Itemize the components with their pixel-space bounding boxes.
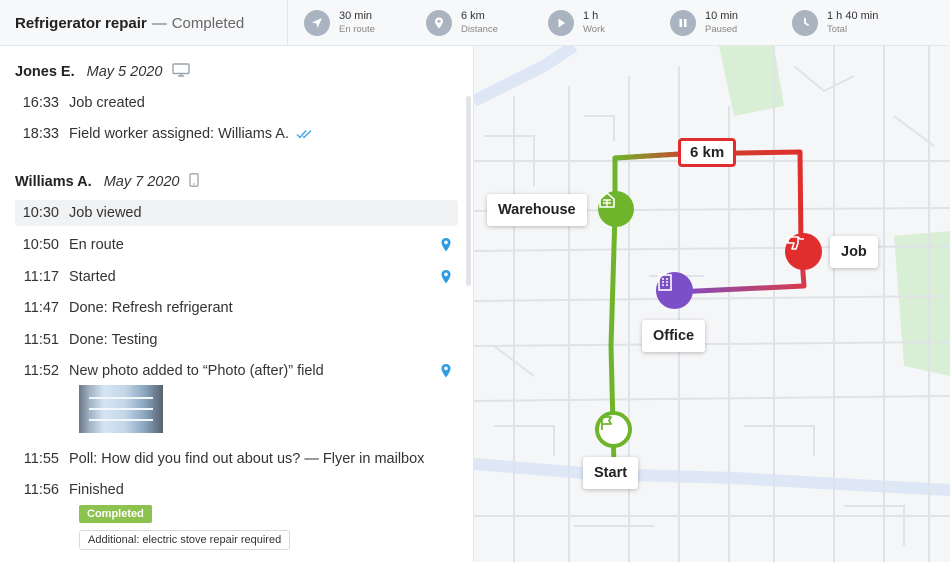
event-text: Done: Refresh refrigerant xyxy=(69,300,233,316)
event-time: 10:30 xyxy=(22,205,59,221)
event-text: En route xyxy=(69,237,124,253)
stat-value: 1 h 40 min xyxy=(827,9,879,22)
additional-note: Additional: electric stove repair requir… xyxy=(79,530,291,550)
start-label: Start xyxy=(583,457,639,489)
stat-label: En route xyxy=(339,23,375,35)
office-label: Office xyxy=(642,320,706,352)
event-time: 11:17 xyxy=(23,269,59,285)
location-pin-icon xyxy=(426,9,452,36)
job-name: Refrigerator repair xyxy=(15,14,147,32)
event-time: 10:50 xyxy=(22,237,59,253)
timeline-event: 11:51 Done: Testing xyxy=(15,327,458,353)
timeline-event: 11:47 Done: Refresh refrigerant xyxy=(15,295,458,321)
stat-value: 10 min xyxy=(705,9,739,22)
event-text: Done: Testing xyxy=(69,332,158,348)
stat-label: Paused xyxy=(705,23,738,35)
stat-work: 1 h Work xyxy=(532,9,654,36)
event-time: 11:51 xyxy=(23,332,59,348)
event-text: Field worker assigned: Williams A. xyxy=(69,126,289,142)
double-check-icon xyxy=(296,129,314,139)
event-time: 11:55 xyxy=(23,451,59,467)
route-map[interactable]: 6 km Warehouse Job Office Start xyxy=(474,46,950,562)
job-title: Refrigerator repair — Completed xyxy=(0,0,288,46)
event-text: Job created xyxy=(69,95,145,111)
location-pin-icon[interactable] xyxy=(440,237,452,257)
timeline-panel[interactable]: Jones E. May 5 2020 16:33 Job created 18… xyxy=(0,46,474,562)
stat-value: 1 h xyxy=(583,9,599,22)
event-text: Finished xyxy=(69,482,124,498)
stat-label: Work xyxy=(583,23,605,35)
timeline-event: 11:17 Started xyxy=(15,264,458,290)
stat-en-route: 30 min En route xyxy=(288,9,410,36)
desktop-icon xyxy=(172,63,191,81)
navigation-arrow-icon xyxy=(304,9,330,36)
event-text: Started xyxy=(69,269,116,285)
event-time: 11:52 xyxy=(23,363,59,379)
timeline-person-header: Williams A. May 7 2020 xyxy=(15,173,200,191)
person-name: Williams A. xyxy=(15,174,92,190)
location-pin-icon[interactable] xyxy=(440,363,452,383)
stat-value: 6 km xyxy=(461,9,485,22)
play-icon xyxy=(548,9,574,36)
stat-value: 30 min xyxy=(339,9,373,22)
location-pin-icon[interactable] xyxy=(440,269,452,289)
timeline-event: 11:52 New photo added to “Photo (after)”… xyxy=(15,358,458,384)
event-time: 18:33 xyxy=(22,126,59,142)
job-marker[interactable] xyxy=(785,233,822,270)
map-canvas xyxy=(474,46,950,562)
job-status: Completed xyxy=(171,14,245,32)
stat-label: Distance xyxy=(461,23,498,35)
timeline-event: 10:50 En route xyxy=(15,232,458,258)
person-name: Jones E. xyxy=(15,64,75,80)
warehouse-label: Warehouse xyxy=(487,194,587,226)
timeline-event: 11:55 Poll: How did you find out about u… xyxy=(15,446,458,472)
warehouse-marker[interactable] xyxy=(598,191,634,227)
status-badge: Completed xyxy=(79,505,152,523)
timeline-event: 16:33 Job created xyxy=(15,90,458,116)
stat-total: 1 h 40 min Total xyxy=(776,9,898,36)
timeline-person-header: Jones E. May 5 2020 xyxy=(15,63,191,81)
event-date: May 7 2020 xyxy=(103,174,180,190)
event-date: May 5 2020 xyxy=(86,64,163,80)
event-time: 11:47 xyxy=(23,300,59,316)
pause-icon xyxy=(670,9,696,36)
stats-bar: 30 min En route 6 km Distance 1 h Work 1… xyxy=(288,0,950,45)
event-text: Poll: How did you find out about us? — F… xyxy=(69,451,425,467)
stat-paused: 10 min Paused xyxy=(654,9,776,36)
event-time: 11:56 xyxy=(23,482,59,498)
clock-icon xyxy=(792,9,818,36)
header-bar: Refrigerator repair — Completed 30 min E… xyxy=(0,0,950,46)
timeline-event: 11:56 Finished xyxy=(15,477,458,503)
event-text: New photo added to “Photo (after)” field xyxy=(69,363,324,379)
event-time: 16:33 xyxy=(22,95,59,111)
timeline-event: 18:33 Field worker assigned: Williams A. xyxy=(15,121,458,147)
title-separator: — xyxy=(151,14,167,32)
office-marker[interactable] xyxy=(656,272,693,309)
distance-label: 6 km xyxy=(678,138,737,167)
scrollbar[interactable] xyxy=(466,96,471,286)
photo-thumbnail[interactable] xyxy=(79,385,163,433)
start-marker[interactable] xyxy=(595,411,632,448)
stat-distance: 6 km Distance xyxy=(410,9,532,36)
event-text: Job viewed xyxy=(69,205,142,221)
stat-label: Total xyxy=(827,23,848,35)
timeline-event[interactable]: 10:30 Job viewed xyxy=(15,200,458,226)
job-label: Job xyxy=(830,236,878,268)
mobile-icon xyxy=(189,173,200,191)
